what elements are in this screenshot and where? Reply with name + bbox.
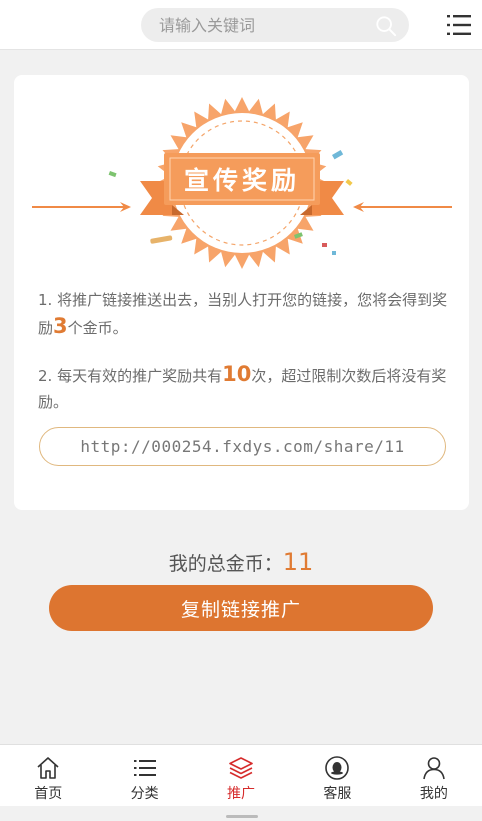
search-bar[interactable] — [141, 8, 409, 42]
share-link-field[interactable]: http://000254.fxdys.com/share/11 — [39, 427, 446, 466]
nav-label-home: 首页 — [34, 786, 63, 802]
copy-link-button[interactable]: 复制链接推广 — [49, 585, 433, 631]
nav-item-promote[interactable]: 推广 — [193, 745, 289, 806]
total-coins-value: 11 — [282, 548, 314, 576]
qq-icon — [325, 756, 350, 780]
nav-label-category: 分类 — [130, 786, 159, 802]
user-icon — [423, 757, 445, 780]
bottom-nav: 首页 分类 推广 客服 我的 — [0, 744, 482, 806]
reward-rule-2: 2. 每天有效的推广奖励共有10次，超过限制次数后将没有奖励。 — [38, 362, 447, 411]
home-indicator — [226, 815, 258, 818]
nav-item-category[interactable]: 分类 — [96, 745, 192, 806]
promo-badge: 宣传奖励 — [32, 93, 452, 273]
total-coins-label: 我的总金币： — [168, 553, 283, 575]
nav-label-service: 客服 — [323, 786, 352, 802]
promo-card: 宣传奖励 1. 将推广链接推送出去，当别人打开您的链接，您将会得到奖励3个金币。… — [14, 75, 469, 510]
layers-icon — [229, 757, 253, 779]
total-coins: 我的总金币：11 — [0, 548, 482, 576]
reward-coin-amount: 3 — [53, 314, 68, 338]
nav-label-mine: 我的 — [419, 786, 448, 802]
nav-item-mine[interactable]: 我的 — [386, 745, 482, 806]
reward-rule-1: 1. 将推广链接推送出去，当别人打开您的链接，您将会得到奖励3个金币。 — [38, 291, 448, 338]
nav-item-service[interactable]: 客服 — [289, 745, 385, 806]
nav-item-home[interactable]: 首页 — [0, 745, 96, 806]
daily-limit-count: 10 — [222, 362, 252, 386]
top-header — [0, 0, 482, 50]
search-icon[interactable] — [375, 15, 397, 37]
nav-label-promote: 推广 — [227, 786, 256, 802]
badge-title: 宣传奖励 — [183, 166, 300, 195]
home-icon — [37, 757, 59, 779]
list-icon — [133, 760, 156, 776]
list-menu-icon[interactable] — [446, 12, 472, 38]
search-input[interactable] — [159, 8, 379, 42]
